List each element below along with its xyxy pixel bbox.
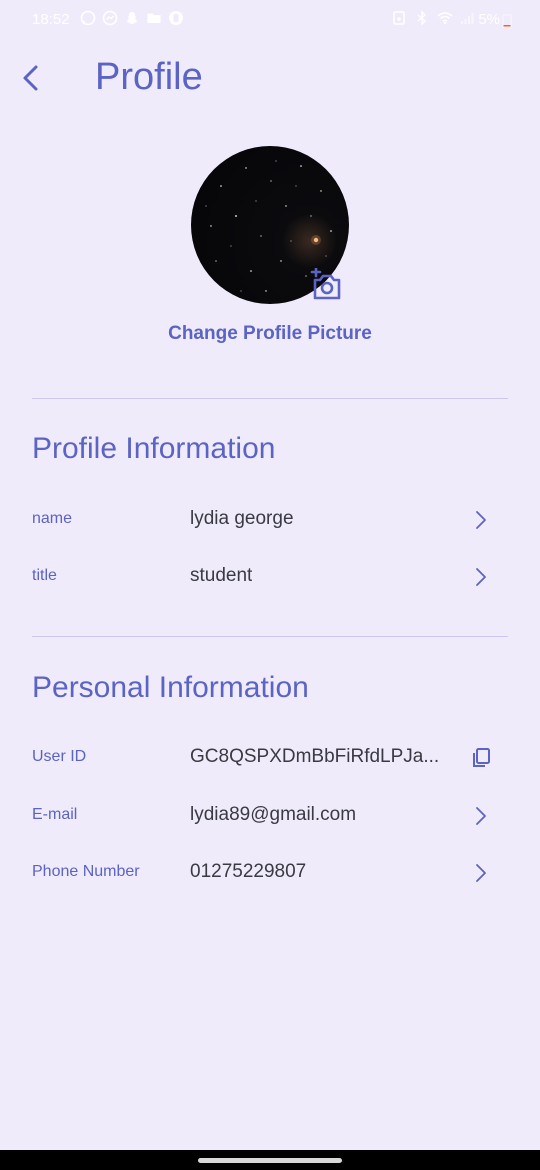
section-title-personal-information: Personal Information [32,671,309,704]
wifi-icon [437,12,453,25]
info-row-title[interactable]: title student [0,551,540,601]
divider [32,636,508,637]
info-row-user-id[interactable]: User ID GC8QSPXDmBbFiRfdLPJa... [0,732,540,782]
divider [32,398,508,399]
chevron-left-icon [23,65,38,91]
whatsapp-icon [80,10,96,26]
row-label: Phone Number [32,863,140,880]
battery-percent: 5% [478,11,500,28]
app-notification-icon [169,11,183,25]
row-value: lydia george [190,508,294,529]
change-profile-picture-button[interactable]: Change Profile Picture [0,323,540,345]
signal-icon [461,13,474,24]
info-row-email[interactable]: E-mail lydia89@gmail.com [0,790,540,840]
alarm-icon [393,11,405,25]
row-value: GC8QSPXDmBbFiRfdLPJa... [190,746,440,767]
avatar-container [191,146,349,304]
add-photo-icon [310,266,341,300]
page-title: Profile [95,56,203,98]
row-label: E-mail [32,806,78,823]
chevron-right-icon[interactable] [468,507,494,533]
home-indicator[interactable] [198,1158,342,1163]
copy-icon[interactable] [468,745,494,771]
messenger-icon [102,10,118,26]
notification-icons [80,10,184,26]
battery-icon [502,14,512,28]
app-bar: Profile [0,40,540,116]
system-icons [391,10,476,26]
snapchat-icon [126,12,138,24]
status-bar: 18:52 5% [0,0,540,40]
row-value: 01275229807 [190,861,307,882]
row-label: User ID [32,748,87,765]
status-time: 18:52 [32,11,70,28]
bluetooth-icon [417,10,427,26]
row-label: title [32,567,57,584]
back-button[interactable] [14,60,46,96]
row-value: student [190,565,253,586]
system-navigation-bar [0,1150,540,1170]
row-label: name [32,510,73,527]
chevron-right-icon[interactable] [468,564,494,590]
folder-icon [147,13,161,23]
add-photo-button[interactable] [309,266,343,300]
chevron-right-icon[interactable] [468,803,494,829]
section-title-profile-information: Profile Information [32,432,276,465]
info-row-phone-number[interactable]: Phone Number 01275229807 [0,847,540,897]
row-value: lydia89@gmail.com [190,804,357,825]
chevron-right-icon[interactable] [468,860,494,886]
info-row-name[interactable]: name lydia george [0,494,540,544]
